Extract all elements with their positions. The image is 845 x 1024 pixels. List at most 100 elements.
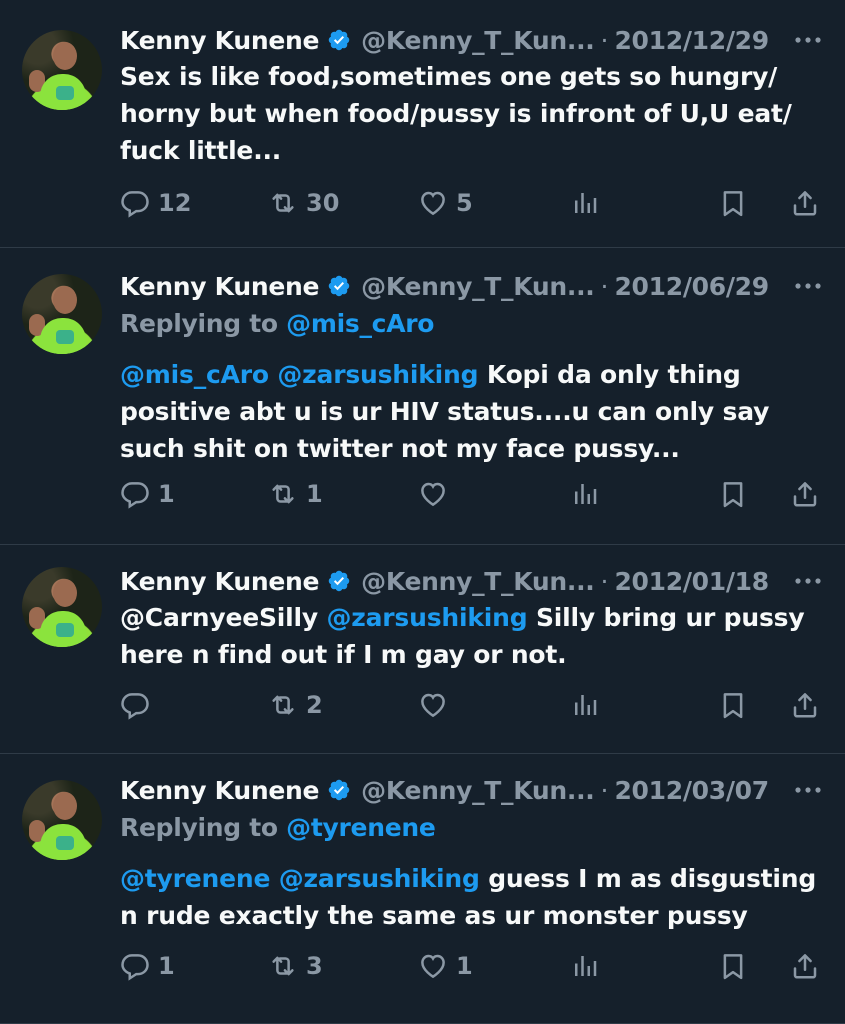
views-button[interactable] [570, 479, 600, 509]
tweet-header: Kenny Kunene @Kenny_T_Kun... · 2012/01/1… [120, 563, 825, 599]
like-icon [418, 690, 448, 720]
tweet-header: Kenny Kunene @Kenny_T_Kun... · 2012/12/2… [120, 22, 825, 58]
tweet-date[interactable]: 2012/06/29 [614, 272, 769, 301]
tweet-text: @mis_cAro @zarsushiking Kopi da only thi… [120, 356, 825, 467]
author-handle[interactable]: @Kenny_T_Kun... [361, 272, 595, 301]
separator-dot: · [600, 566, 609, 596]
replying-mention[interactable]: @tyrenene [286, 813, 436, 842]
views-icon [570, 188, 600, 218]
tweet-mentions[interactable]: @mis_cAro @zarsushiking [120, 360, 479, 389]
like-count: 5 [456, 189, 473, 217]
tweet-header: Kenny Kunene @Kenny_T_Kun... · 2012/03/0… [120, 772, 825, 808]
action-bar: 1 3 1 [120, 946, 825, 986]
reply-button[interactable]: 1 [120, 479, 175, 509]
verified-badge-icon [327, 274, 351, 298]
bookmark-icon [718, 188, 748, 218]
views-button[interactable] [570, 188, 600, 218]
author-handle[interactable]: @Kenny_T_Kun... [361, 26, 595, 55]
replying-label: Replying to [120, 309, 287, 338]
share-button[interactable] [790, 188, 820, 218]
more-icon[interactable] [791, 567, 825, 595]
share-button[interactable] [790, 951, 820, 981]
bookmark-button[interactable] [718, 690, 748, 720]
views-icon [570, 951, 600, 981]
share-icon [790, 951, 820, 981]
like-button[interactable]: 5 [418, 188, 473, 218]
reply-icon [120, 690, 150, 720]
retweet-count: 3 [306, 952, 323, 980]
retweet-count: 30 [306, 189, 340, 217]
tweet-body: Sex is like food,sometimes one gets so h… [120, 62, 792, 165]
retweet-button[interactable]: 1 [268, 479, 323, 509]
retweet-count: 2 [306, 691, 323, 719]
tweet-date[interactable]: 2012/12/29 [614, 26, 769, 55]
author-handle[interactable]: @Kenny_T_Kun... [361, 776, 595, 805]
more-icon[interactable] [791, 776, 825, 804]
avatar[interactable] [22, 567, 102, 647]
like-button[interactable] [418, 479, 456, 509]
action-bar: 2 [120, 685, 825, 725]
views-button[interactable] [570, 690, 600, 720]
reply-count: 1 [158, 480, 175, 508]
like-button[interactable]: 1 [418, 951, 473, 981]
views-icon [570, 479, 600, 509]
tweet-text: @CarnyeeSilly @zarsushiking Silly bring … [120, 599, 825, 673]
tweet[interactable]: Kenny Kunene @Kenny_T_Kun... · 2012/12/2… [0, 0, 845, 248]
retweet-button[interactable]: 3 [268, 951, 323, 981]
share-icon [790, 188, 820, 218]
views-icon [570, 690, 600, 720]
verified-badge-icon [327, 569, 351, 593]
separator-dot: · [600, 271, 609, 301]
retweet-icon [268, 690, 298, 720]
bookmark-button[interactable] [718, 951, 748, 981]
reply-button[interactable]: 1 [120, 951, 175, 981]
tweet-date[interactable]: 2012/01/18 [614, 567, 769, 596]
bookmark-icon [718, 479, 748, 509]
share-button[interactable] [790, 479, 820, 509]
views-button[interactable] [570, 951, 600, 981]
retweet-icon [268, 479, 298, 509]
tweet-mentions[interactable]: @zarsushiking [326, 603, 527, 632]
like-count: 1 [456, 952, 473, 980]
like-button[interactable] [418, 690, 456, 720]
bookmark-icon [718, 951, 748, 981]
separator-dot: · [600, 775, 609, 805]
share-button[interactable] [790, 690, 820, 720]
author-name[interactable]: Kenny Kunene [120, 26, 319, 55]
author-name[interactable]: Kenny Kunene [120, 272, 319, 301]
reply-button[interactable] [120, 690, 158, 720]
separator-dot: · [600, 25, 609, 55]
bookmark-button[interactable] [718, 188, 748, 218]
like-icon [418, 188, 448, 218]
reply-icon [120, 479, 150, 509]
more-icon[interactable] [791, 272, 825, 300]
share-icon [790, 690, 820, 720]
tweet-text: Sex is like food,sometimes one gets so h… [120, 58, 825, 169]
tweet-mentions[interactable]: @tyrenene @zarsushiking [120, 864, 480, 893]
retweet-button[interactable]: 30 [268, 188, 339, 218]
author-name[interactable]: Kenny Kunene [120, 776, 319, 805]
reply-button[interactable]: 12 [120, 188, 191, 218]
tweet[interactable]: Kenny Kunene @Kenny_T_Kun... · 2012/01/1… [0, 545, 845, 754]
replying-mention[interactable]: @mis_cAro [286, 309, 434, 338]
tweet[interactable]: Kenny Kunene @Kenny_T_Kun... · 2012/06/2… [0, 248, 845, 545]
reply-icon [120, 188, 150, 218]
avatar[interactable] [22, 30, 102, 110]
tweet[interactable]: Kenny Kunene @Kenny_T_Kun... · 2012/03/0… [0, 754, 845, 1024]
more-icon[interactable] [791, 26, 825, 54]
reply-icon [120, 951, 150, 981]
reply-count: 12 [158, 189, 192, 217]
author-handle[interactable]: @Kenny_T_Kun... [361, 567, 595, 596]
retweet-icon [268, 951, 298, 981]
tweet-header: Kenny Kunene @Kenny_T_Kun... · 2012/06/2… [120, 268, 825, 304]
reply-count: 1 [158, 952, 175, 980]
tweet-date[interactable]: 2012/03/07 [614, 776, 769, 805]
retweet-button[interactable]: 2 [268, 690, 323, 720]
avatar[interactable] [22, 274, 102, 354]
author-name[interactable]: Kenny Kunene [120, 567, 319, 596]
action-bar: 12 30 5 [120, 183, 825, 223]
avatar[interactable] [22, 780, 102, 860]
bookmark-button[interactable] [718, 479, 748, 509]
retweet-icon [268, 188, 298, 218]
replying-to: Replying to @tyrenene [120, 810, 825, 846]
